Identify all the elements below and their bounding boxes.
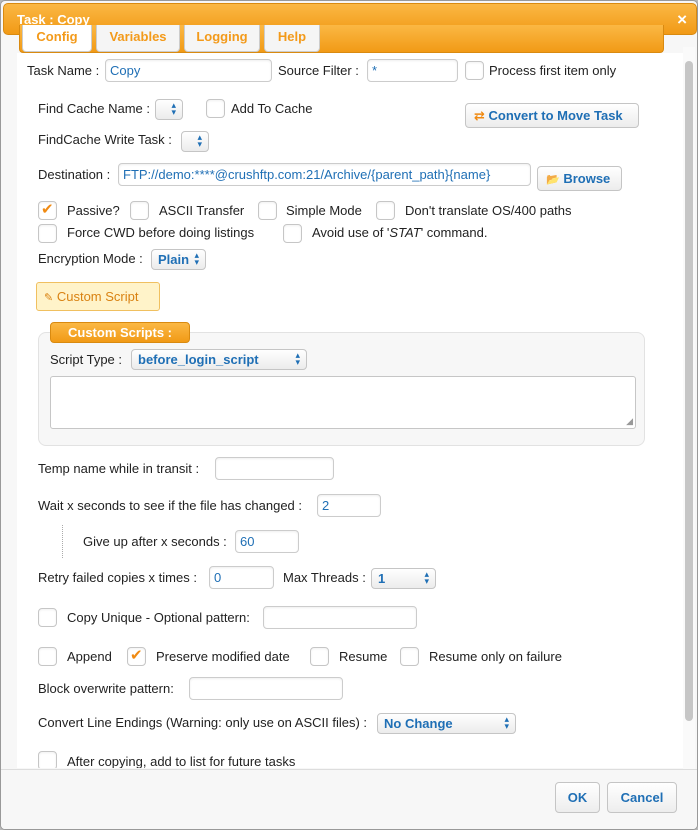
retry-label: Retry failed copies x times : [38, 570, 197, 585]
max-threads-select[interactable]: 1 ▴ ▾ [371, 568, 436, 589]
encryption-label: Encryption Mode : [38, 251, 143, 266]
resume-failure-checkbox[interactable] [400, 647, 419, 666]
script-icon: ✎ [44, 292, 54, 304]
max-threads-label: Max Threads : [283, 570, 366, 585]
scrollbar-thumb[interactable] [685, 61, 693, 721]
custom-script-button[interactable]: ✎ Custom Script [36, 282, 160, 311]
convert-button-label: Convert to Move Task [488, 108, 623, 123]
copy-unique-input[interactable] [263, 606, 417, 629]
tab-config[interactable]: Config [22, 25, 92, 52]
resize-grip-icon[interactable]: ◢ [626, 416, 633, 427]
tab-logging[interactable]: Logging [184, 25, 260, 52]
preserve-date-label: Preserve modified date [156, 649, 290, 664]
simple-mode-checkbox[interactable] [258, 201, 277, 220]
folder-icon: 📂 [546, 174, 560, 186]
find-cache-label: Find Cache Name : [38, 101, 150, 116]
after-copying-checkbox[interactable] [38, 751, 57, 768]
task-name-label: Task Name : [27, 63, 100, 78]
append-label: Append [67, 649, 112, 664]
give-up-input[interactable]: 60 [235, 530, 299, 553]
cancel-button[interactable]: Cancel [607, 782, 677, 813]
resume-checkbox[interactable] [310, 647, 329, 666]
task-name-input[interactable]: Copy [105, 59, 272, 82]
force-cwd-checkbox[interactable] [38, 224, 57, 243]
preserve-date-checkbox[interactable]: ✔ [127, 647, 146, 666]
destination-input[interactable]: FTP://demo:****@crushftp.com:21/Archive/… [118, 163, 531, 186]
script-textarea[interactable]: ◢ [50, 376, 636, 429]
passive-label: Passive? [67, 203, 120, 218]
destination-label: Destination : [38, 167, 111, 182]
block-overwrite-input[interactable] [189, 677, 343, 700]
config-panel: Task Name : Copy Source Filter : * Proce… [17, 53, 683, 768]
ascii-label: ASCII Transfer [159, 203, 245, 218]
avoid-stat-checkbox[interactable] [283, 224, 302, 243]
source-filter-input[interactable]: * [367, 59, 458, 82]
copy-unique-checkbox[interactable] [38, 608, 57, 627]
block-overwrite-label: Block overwrite pattern: [38, 681, 174, 696]
convert-icon: ⇄ [474, 108, 485, 123]
passive-checkbox[interactable]: ✔ [38, 201, 57, 220]
give-up-label: Give up after x seconds : [83, 534, 227, 549]
findcache-write-label: FindCache Write Task : [38, 132, 172, 147]
tab-help[interactable]: Help [264, 25, 320, 52]
dont-translate-checkbox[interactable] [376, 201, 395, 220]
check-icon: ✔ [41, 201, 54, 218]
task-dialog: Task : Copy × Config Variables Logging H… [0, 0, 698, 830]
tab-bar: Config Variables Logging Help [19, 25, 664, 53]
custom-scripts-legend: Custom Scripts : [50, 322, 190, 343]
scrollbar[interactable] [683, 47, 695, 769]
script-type-select[interactable]: before_login_script ▴ ▾ [131, 349, 307, 370]
source-filter-label: Source Filter : [278, 63, 359, 78]
append-checkbox[interactable] [38, 647, 57, 666]
indent-guide [62, 525, 63, 558]
find-cache-select[interactable]: ▴ ▾ [155, 99, 183, 120]
resume-label: Resume [339, 649, 388, 664]
encryption-select[interactable]: Plain ▴ ▾ [151, 249, 206, 270]
check-icon: ✔ [130, 647, 143, 664]
avoid-stat-label: Avoid use of 'STAT' command. [312, 225, 488, 240]
browse-label: Browse [563, 171, 611, 186]
tab-variables[interactable]: Variables [96, 25, 180, 52]
convert-endings-label: Convert Line Endings (Warning: only use … [38, 715, 368, 730]
copy-unique-label: Copy Unique - Optional pattern: [67, 610, 250, 625]
temp-name-input[interactable] [215, 457, 334, 480]
add-to-cache-label: Add To Cache [231, 101, 313, 116]
process-first-checkbox[interactable] [465, 61, 484, 80]
simple-mode-label: Simple Mode [286, 203, 362, 218]
convert-endings-select[interactable]: No Change ▴ ▾ [377, 713, 516, 734]
close-icon[interactable]: × [677, 10, 687, 30]
process-first-label: Process first item only [489, 63, 617, 78]
temp-name-label: Temp name while in transit : [38, 461, 200, 476]
script-type-label: Script Type : [50, 352, 123, 367]
add-to-cache-checkbox[interactable] [206, 99, 225, 118]
wait-seconds-label: Wait x seconds to see if the file has ch… [38, 498, 302, 513]
retry-input[interactable]: 0 [209, 566, 274, 589]
custom-script-label: Custom Script [56, 289, 139, 304]
ascii-checkbox[interactable] [130, 201, 149, 220]
resume-failure-label: Resume only on failure [429, 649, 562, 664]
convert-to-move-button[interactable]: ⇄ Convert to Move Task [465, 103, 639, 128]
browse-button[interactable]: 📂 Browse [537, 166, 622, 191]
wait-seconds-input[interactable]: 2 [317, 494, 381, 517]
findcache-write-select[interactable]: ▴ ▾ [181, 131, 209, 152]
dont-translate-label: Don't translate OS/400 paths [405, 203, 572, 218]
after-copying-label: After copying, add to list for future ta… [67, 754, 296, 768]
ok-button[interactable]: OK [555, 782, 600, 813]
dialog-footer: OK Cancel [1, 769, 697, 829]
force-cwd-label: Force CWD before doing listings [67, 225, 255, 240]
